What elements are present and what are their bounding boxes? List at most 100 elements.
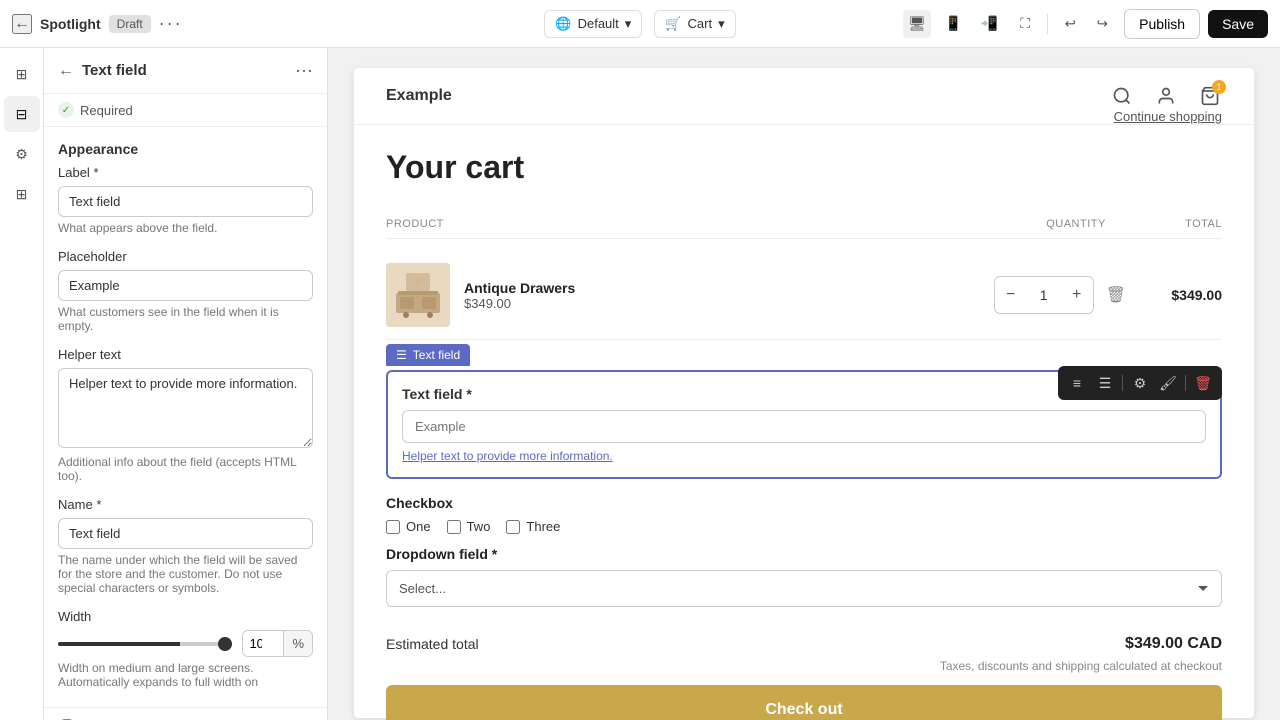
helper-text-input[interactable]: Helper text to provide more information. [58,368,313,448]
checkbox-one-input[interactable] [386,520,400,534]
dropdown-section: Dropdown field * Select... [386,546,1222,607]
cart-title: Your cart [386,149,524,186]
cart-table-header: PRODUCT QUANTITY TOTAL [386,210,1222,239]
toolbar-popup: ≡ ☰ ⚙ 🖌 🗑 [1058,366,1222,400]
sidebar-panel: ← Text field ··· ✓ Required Appearance L… [44,48,328,720]
width-slider[interactable] [58,642,232,646]
dropdown-select[interactable]: Select... [386,570,1222,607]
item-delete-button[interactable]: 🗑 [1106,285,1126,305]
required-icon: ✓ [58,102,74,118]
item-quantity-wrapper: − 1 + 🗑 [994,276,1126,314]
sidebar-header: ← Text field ··· [44,48,327,94]
nav-settings[interactable]: ⚙ [4,136,40,172]
default-label: Default [578,16,619,31]
checkbox-three-label: Three [526,519,560,534]
undo-button[interactable]: ↩ [1056,10,1084,38]
quantity-decrease-button[interactable]: − [995,277,1027,313]
remove-block-button[interactable]: 🗑 Remove block [44,707,327,720]
more-button[interactable]: ··· [159,13,183,34]
checkbox-two[interactable]: Two [447,519,491,534]
chevron-down-icon: ▾ [718,16,725,32]
nav-blocks[interactable]: ⊞ [4,176,40,212]
width-hint: Width on medium and large screens. Autom… [58,661,313,689]
width-field-label: Width [58,609,313,624]
name-field-group: Name * The name under which the field wi… [44,497,327,609]
name-input[interactable] [58,518,313,549]
placeholder-field-hint: What customers see in the field when it … [58,305,313,333]
redo-button[interactable]: ↪ [1088,10,1116,38]
chevron-down-icon: ▾ [625,16,632,32]
globe-icon: 🌐 [555,16,571,32]
cart-badge: 1 [1212,80,1226,94]
cart-selector[interactable]: 🛒 Cart ▾ [654,10,735,38]
quantity-increase-button[interactable]: + [1061,277,1093,313]
checkbox-title: Checkbox [386,495,1222,511]
user-icon[interactable] [1154,84,1178,108]
fullscreen-button[interactable]: ⛶ [1011,10,1039,38]
toolbar-divider-2 [1185,375,1186,391]
toolbar-list-button[interactable]: ☰ [1092,370,1118,396]
store-icons: 1 [1110,84,1222,108]
placeholder-input[interactable] [58,270,313,301]
width-unit: % [283,631,312,656]
label-field-label: Label * [58,165,313,180]
toolbar-align-button[interactable]: ≡ [1064,370,1090,396]
nav-home[interactable]: ⊞ [4,56,40,92]
publish-button[interactable]: Publish [1124,9,1200,39]
checkbox-three-input[interactable] [506,520,520,534]
tablet-view-button[interactable]: 📱 [939,10,967,38]
cart-content: Your cart Continue shopping PRODUCT QUAN… [354,125,1254,720]
widget-label: Text field [413,348,460,362]
mobile-view-button[interactable]: 📲 [975,10,1003,38]
canvas-area: Example 1 Your cart [328,48,1280,720]
width-field-group: Width % Width on medium and large screen… [44,609,327,703]
app-title: Spotlight [40,16,101,32]
nav-panels[interactable]: ⊟ [4,96,40,132]
back-button[interactable]: ← [12,14,32,34]
save-button[interactable]: Save [1208,10,1268,38]
width-number-input[interactable] [243,631,283,656]
dropdown-required-star: * [492,546,497,562]
checkbox-two-input[interactable] [447,520,461,534]
checkbox-group: One Two Three [386,519,1222,534]
total-col-header: TOTAL [1142,218,1222,230]
dropdown-title: Dropdown field * [386,546,1222,562]
helper-text-label: Helper text [58,347,313,362]
store-name: Example [386,87,452,105]
placeholder-field-group: Placeholder What customers see in the fi… [44,249,327,347]
checkout-button[interactable]: Check out [386,685,1222,720]
toolbar-delete-button[interactable]: 🗑 [1190,370,1216,396]
width-slider-row: % [58,630,313,657]
appearance-section-title: Appearance [44,127,327,165]
toolbar-settings-button[interactable]: ⚙ [1127,370,1153,396]
label-input[interactable] [58,186,313,217]
toolbar-paint-button[interactable]: 🖌 [1155,370,1181,396]
cart-icon[interactable]: 1 [1198,84,1222,108]
tf-input[interactable] [402,410,1206,443]
icon-nav: ⊞ ⊟ ⚙ ⊞ [0,48,44,720]
toolbar-divider [1122,375,1123,391]
estimated-total-label: Estimated total [386,636,479,652]
item-total: $349.00 [1142,287,1222,303]
item-image [386,263,450,327]
desktop-view-button[interactable]: 🖥 [903,10,931,38]
default-selector[interactable]: 🌐 Default ▾ [544,10,642,38]
label-field-hint: What appears above the field. [58,221,313,235]
sidebar-back-button[interactable]: ← [58,62,74,80]
cart-label: Cart [688,16,713,31]
name-field-hint: The name under which the field will be s… [58,553,313,595]
item-name: Antique Drawers [464,280,575,296]
text-field-widget: ☰ Text field Text field * Helper text to… [386,370,1222,479]
widget-label-bar: ☰ Text field [386,344,470,366]
item-price: $349.00 [464,296,575,311]
widget-icon: ☰ [396,348,407,362]
topbar-left: ← Spotlight Draft ··· [12,13,532,34]
continue-shopping-link[interactable]: Continue shopping [1114,109,1222,124]
checkbox-three[interactable]: Three [506,519,560,534]
quantity-value: 1 [1032,287,1056,303]
name-field-label: Name * [58,497,313,512]
sidebar-more-button[interactable]: ··· [295,60,313,81]
search-icon[interactable] [1110,84,1134,108]
checkbox-section: Checkbox One Two Three [386,495,1222,534]
checkbox-one[interactable]: One [386,519,431,534]
